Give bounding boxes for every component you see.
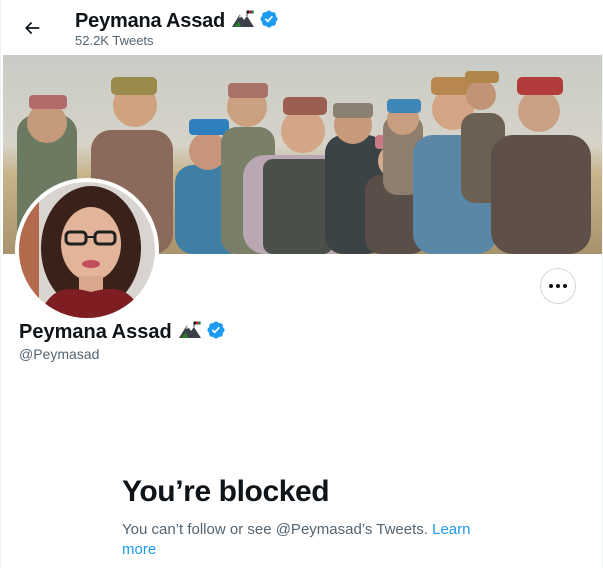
- learn-more-link-part1[interactable]: Learn: [432, 521, 470, 538]
- blocked-title: You’re blocked: [122, 475, 330, 508]
- profile-header: Peymana Assad 52.2K Tweets: [1, 0, 603, 53]
- more-horizontal-icon: [549, 284, 553, 288]
- more-dot: [563, 284, 567, 288]
- profile-column: Peymana Assad 52.2K Tweets Peymana Assad…: [0, 0, 603, 568]
- profile-display-name: Peymana Assad: [19, 321, 172, 343]
- back-button[interactable]: [15, 11, 49, 45]
- learn-more-link-part2[interactable]: more: [122, 541, 156, 558]
- mountain-flag-icon: [178, 321, 202, 344]
- profile-handle: @Peymasad: [19, 346, 100, 362]
- profile-display-name-row: Peymana Assad: [19, 320, 226, 345]
- verified-badge-icon: [259, 9, 279, 34]
- header-title: Peymana Assad: [75, 9, 279, 34]
- profile-avatar[interactable]: [15, 178, 159, 322]
- more-options-button[interactable]: [540, 268, 576, 304]
- blocked-message: You can’t follow or see @Peymasad’s Twee…: [122, 520, 482, 560]
- verified-badge-icon[interactable]: [206, 320, 226, 345]
- mountain-flag-icon: [231, 10, 255, 33]
- more-dot: [556, 284, 560, 288]
- arrow-left-icon: [25, 22, 40, 34]
- tweet-count: 52.2K Tweets: [75, 33, 154, 48]
- header-display-name: Peymana Assad: [75, 10, 226, 32]
- blocked-message-text: You can’t follow or see @Peymasad’s Twee…: [122, 521, 428, 538]
